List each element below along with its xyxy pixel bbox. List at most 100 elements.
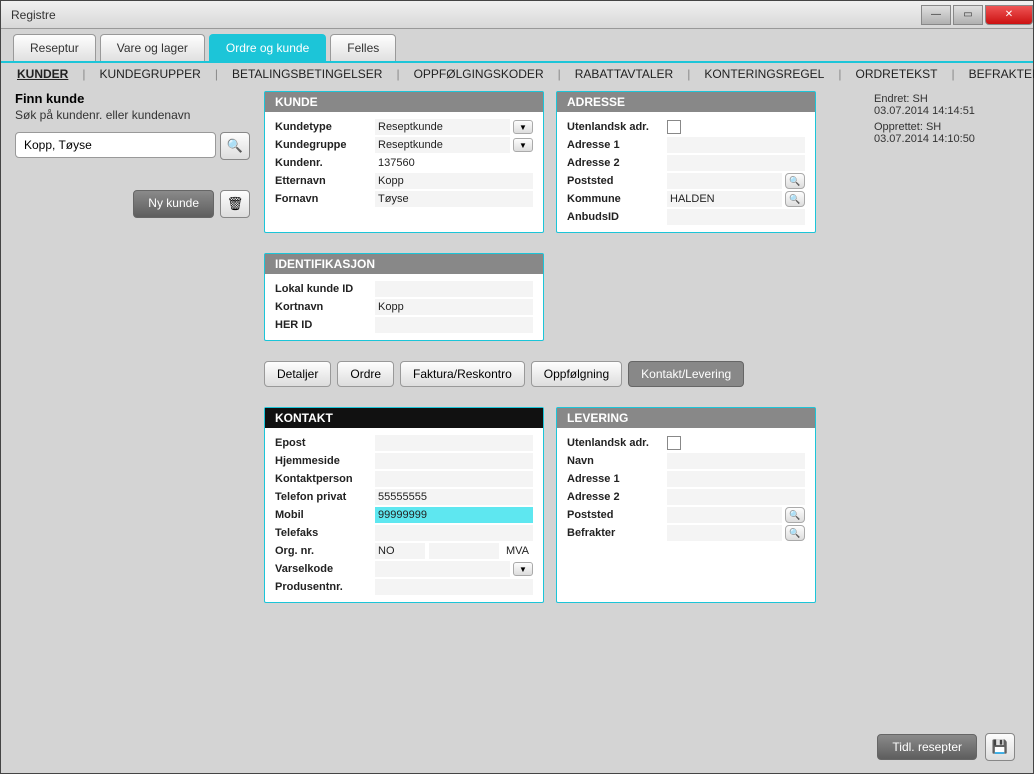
lev-poststed-value[interactable] — [667, 507, 782, 523]
kundetype-label: Kundetype — [275, 121, 375, 133]
produsentnr-label: Produsentnr. — [275, 581, 375, 593]
search-button[interactable]: 🔍 — [220, 132, 250, 160]
orgnr-label: Org. nr. — [275, 545, 375, 557]
subtab-faktura[interactable]: Faktura/Reskontro — [400, 361, 525, 387]
search-title: Finn kunde — [15, 91, 250, 106]
lev-poststed-search[interactable]: 🔍 — [785, 507, 805, 523]
kundenr-label: Kundenr. — [275, 157, 375, 169]
adresse-header: ADRESSE — [557, 92, 815, 112]
orgnr-value[interactable] — [429, 543, 499, 559]
lev-adresse1-value[interactable] — [667, 471, 805, 487]
kontakt-panel: KONTAKT Epost Hjemmeside Kontaktperson T… — [264, 407, 544, 603]
utenlandsk-checkbox[interactable] — [667, 120, 681, 134]
kortnavn-value[interactable]: Kopp — [375, 299, 533, 315]
epost-label: Epost — [275, 437, 375, 449]
tab-felles[interactable]: Felles — [330, 34, 396, 61]
delete-button[interactable]: 🗑 — [220, 190, 250, 218]
adresse-panel: ADRESSE Utenlandsk adr. Adresse 1 Adress… — [556, 91, 816, 233]
identifikasjon-header: IDENTIFIKASJON — [265, 254, 543, 274]
lokal-kunde-id-value[interactable] — [375, 281, 533, 297]
poststed-value[interactable] — [667, 173, 782, 189]
anbudsid-value[interactable] — [667, 209, 805, 225]
lev-navn-label: Navn — [567, 455, 667, 467]
minimize-button[interactable]: — — [921, 5, 951, 25]
close-button[interactable]: ✕ — [985, 5, 1033, 25]
subnav-betalingsbetingelser[interactable]: BETALINGSBETINGELSER — [232, 67, 383, 81]
poststed-label: Poststed — [567, 175, 667, 187]
hjemmeside-value[interactable] — [375, 453, 533, 469]
search-subtitle: Søk på kundenr. eller kundenavn — [15, 108, 250, 122]
save-button[interactable]: 💾 — [985, 733, 1015, 761]
telefaks-label: Telefaks — [275, 527, 375, 539]
kundetype-dropdown[interactable]: ▼ — [513, 120, 533, 134]
maximize-button[interactable]: ▭ — [953, 5, 983, 25]
kommune-search[interactable]: 🔍 — [785, 191, 805, 207]
subnav-rabattavtaler[interactable]: RABATTAVTALER — [575, 67, 673, 81]
tab-reseptur[interactable]: Reseptur — [13, 34, 96, 61]
kunde-panel: KUNDE KundetypeReseptkunde▼ KundegruppeR… — [264, 91, 544, 233]
endret-label: Endret: SH — [874, 93, 1019, 105]
produsentnr-value[interactable] — [375, 579, 533, 595]
lev-befrakter-search[interactable]: 🔍 — [785, 525, 805, 541]
mobil-value[interactable]: 99999999 — [375, 507, 533, 523]
search-input[interactable] — [15, 132, 216, 158]
etternavn-label: Etternavn — [275, 175, 375, 187]
subtab-detaljer[interactable]: Detaljer — [264, 361, 331, 387]
lev-adresse2-value[interactable] — [667, 489, 805, 505]
endret-time: 03.07.2014 14:14:51 — [874, 105, 1019, 117]
adresse1-value[interactable] — [667, 137, 805, 153]
kommune-label: Kommune — [567, 193, 667, 205]
lev-befrakter-value[interactable] — [667, 525, 782, 541]
varselkode-dropdown[interactable]: ▼ — [513, 562, 533, 576]
kontaktperson-value[interactable] — [375, 471, 533, 487]
kontakt-header: KONTAKT — [265, 408, 543, 428]
telefaks-value[interactable] — [375, 525, 533, 541]
kommune-value[interactable]: HALDEN — [667, 191, 782, 207]
new-customer-button[interactable]: Ny kunde — [133, 190, 214, 218]
subtab-ordre[interactable]: Ordre — [337, 361, 394, 387]
her-id-label: HER ID — [275, 319, 375, 331]
kortnavn-label: Kortnavn — [275, 301, 375, 313]
identifikasjon-panel: IDENTIFIKASJON Lokal kunde ID KortnavnKo… — [264, 253, 544, 341]
kundenr-value: 137560 — [375, 155, 533, 171]
subtab-oppfolgning[interactable]: Oppfølgning — [531, 361, 622, 387]
fornavn-value[interactable]: Tøyse — [375, 191, 533, 207]
mobil-label: Mobil — [275, 509, 375, 521]
subnav-konteringsregel[interactable]: KONTERINGSREGEL — [704, 67, 824, 81]
kundegruppe-value[interactable]: Reseptkunde — [375, 137, 510, 153]
etternavn-value[interactable]: Kopp — [375, 173, 533, 189]
tidl-resepter-button[interactable]: Tidl. resepter — [877, 734, 977, 760]
lev-utenlandsk-checkbox[interactable] — [667, 436, 681, 450]
adresse2-value[interactable] — [667, 155, 805, 171]
kundegruppe-dropdown[interactable]: ▼ — [513, 138, 533, 152]
utenlandsk-label: Utenlandsk adr. — [567, 121, 667, 133]
subnav-oppfolgingskoder[interactable]: OPPFØLGINGSKODER — [414, 67, 544, 81]
epost-value[interactable] — [375, 435, 533, 451]
trash-icon: 🗑 — [227, 196, 244, 212]
telefon-privat-label: Telefon privat — [275, 491, 375, 503]
opprettet-label: Opprettet: SH — [874, 121, 1019, 133]
adresse1-label: Adresse 1 — [567, 139, 667, 151]
tab-vare-og-lager[interactable]: Vare og lager — [100, 34, 205, 61]
lev-adresse2-label: Adresse 2 — [567, 491, 667, 503]
varselkode-value[interactable] — [375, 561, 510, 577]
save-icon: 💾 — [992, 739, 1008, 755]
tab-ordre-og-kunde[interactable]: Ordre og kunde — [209, 34, 326, 61]
anbudsid-label: AnbudsID — [567, 211, 667, 223]
subnav-kundegrupper[interactable]: KUNDEGRUPPER — [99, 67, 200, 81]
lev-befrakter-label: Befrakter — [567, 527, 667, 539]
orgnr-prefix[interactable]: NO — [375, 543, 425, 559]
window-title: Registre — [11, 8, 919, 22]
lokal-kunde-id-label: Lokal kunde ID — [275, 283, 375, 295]
telefon-privat-value[interactable]: 55555555 — [375, 489, 533, 505]
her-id-value[interactable] — [375, 317, 533, 333]
poststed-search[interactable]: 🔍 — [785, 173, 805, 189]
subtab-kontakt-levering[interactable]: Kontakt/Levering — [628, 361, 744, 387]
lev-navn-value[interactable] — [667, 453, 805, 469]
subnav-kunder[interactable]: KUNDER — [17, 67, 68, 81]
subnav-befraktere[interactable]: BEFRAKTERE — [969, 67, 1034, 81]
subnav-ordretekst[interactable]: ORDRETEKST — [855, 67, 937, 81]
opprettet-time: 03.07.2014 14:10:50 — [874, 133, 1019, 145]
kundegruppe-label: Kundegruppe — [275, 139, 375, 151]
kundetype-value[interactable]: Reseptkunde — [375, 119, 510, 135]
